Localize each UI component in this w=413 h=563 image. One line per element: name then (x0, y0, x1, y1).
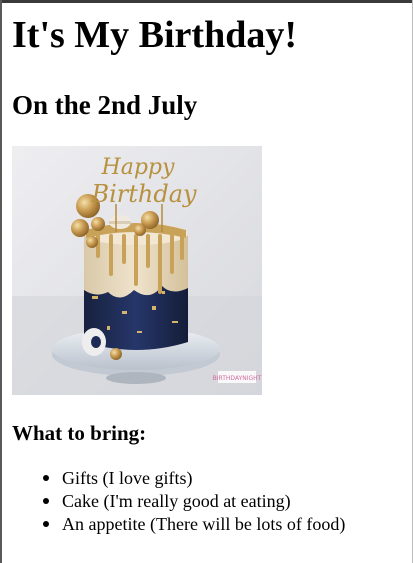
svg-text:Happy: Happy (101, 155, 175, 180)
page-title: It's My Birthday! (12, 14, 297, 56)
birthday-cake-image: Happy Birthday BIRTHDAYNIGHT (12, 146, 262, 395)
page-subtitle: On the 2nd July (12, 90, 198, 120)
bullet-icon (43, 498, 49, 504)
list-item: An appetite (There will be lots of food) (43, 513, 346, 536)
window-top-border (0, 0, 413, 3)
bring-list: Gifts (I love gifts) Cake (I'm really go… (12, 467, 345, 536)
list-item-text: Cake (I'm really good at eating) (62, 491, 291, 511)
watermark-logo: BIRTHDAYNIGHT (213, 375, 262, 382)
list-item-text: Gifts (I love gifts) (62, 468, 193, 488)
list-item: Cake (I'm really good at eating) (43, 490, 345, 513)
window-left-border (0, 0, 2, 563)
list-item-text: An appetite (There will be lots of food) (62, 514, 346, 534)
list-item: Gifts (I love gifts) (43, 467, 345, 490)
what-to-bring-heading: What to bring: (12, 421, 147, 445)
svg-text:Birthday: Birthday (90, 180, 197, 208)
bullet-icon (43, 475, 49, 481)
bullet-icon (43, 521, 49, 527)
